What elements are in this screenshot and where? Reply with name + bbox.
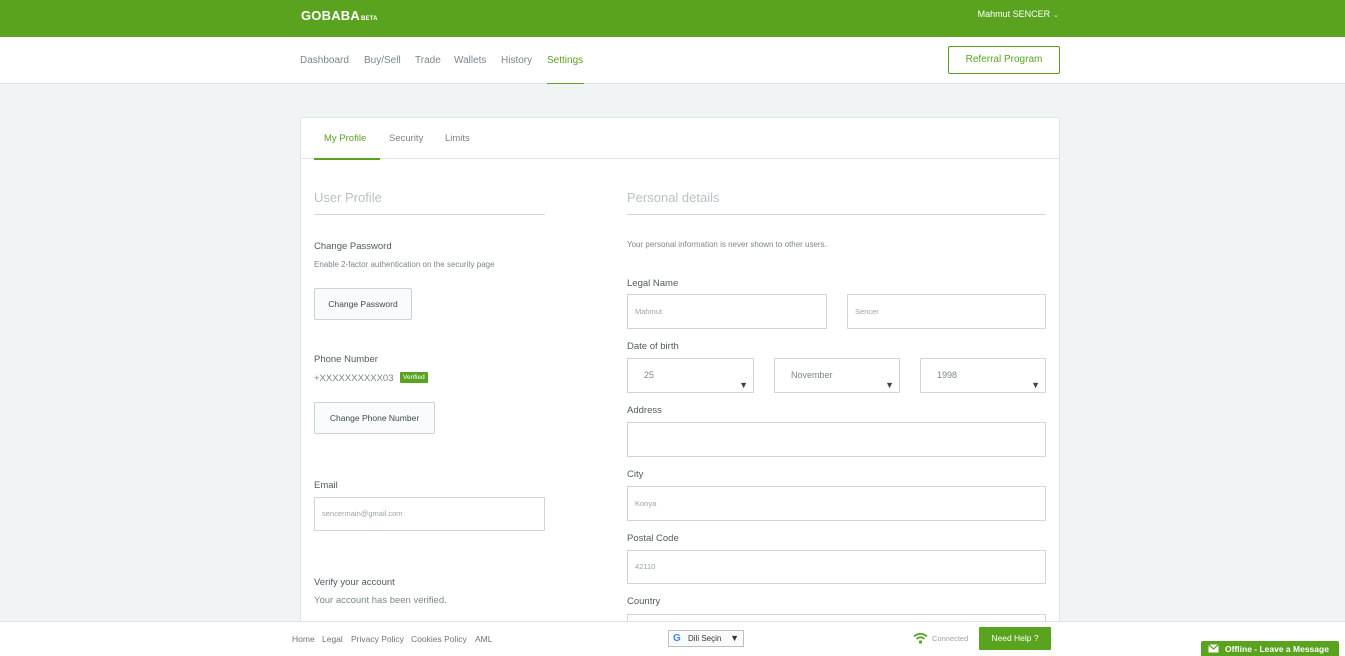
legal-name-label: Legal Name bbox=[627, 278, 679, 289]
divider bbox=[627, 214, 1046, 215]
personal-details-title: Personal details bbox=[627, 190, 720, 205]
envelope-icon bbox=[1208, 644, 1219, 653]
tab-security[interactable]: Security bbox=[389, 133, 423, 144]
wifi-icon bbox=[913, 632, 928, 644]
footer-link-cookies-policy[interactable]: Cookies Policy bbox=[411, 634, 467, 644]
dropdown-arrow-icon: ▼ bbox=[885, 380, 894, 390]
change-password-hint: Enable 2-factor authentication on the se… bbox=[314, 260, 495, 269]
nav-trade[interactable]: Trade bbox=[415, 55, 441, 66]
settings-tabs: My Profile Security Limits bbox=[301, 118, 1059, 160]
nav-history[interactable]: History bbox=[501, 55, 532, 66]
main-nav: Dashboard Buy/Sell Trade Wallets History… bbox=[0, 37, 1345, 84]
top-bar: GOBABABETA Mahmut SENCER ⌄ bbox=[0, 0, 1345, 37]
offline-chat-widget[interactable]: Offline - Leave a Message bbox=[1201, 641, 1339, 656]
first-name-field[interactable]: Mahmut bbox=[627, 294, 827, 329]
verify-account-label: Verify your account bbox=[314, 577, 395, 588]
tab-limits[interactable]: Limits bbox=[445, 133, 470, 144]
user-name: Mahmut SENCER bbox=[977, 9, 1051, 19]
nav-settings[interactable]: Settings bbox=[547, 55, 583, 66]
dob-year-value: 1998 bbox=[937, 370, 958, 380]
email-label: Email bbox=[314, 480, 338, 491]
verified-badge: Verified bbox=[400, 372, 428, 383]
change-phone-button[interactable]: Change Phone Number bbox=[314, 402, 435, 434]
country-label: Country bbox=[627, 596, 661, 607]
connection-status: Connected bbox=[932, 634, 969, 643]
nav-wallets[interactable]: Wallets bbox=[454, 55, 486, 66]
phone-number-label: Phone Number bbox=[314, 354, 378, 365]
chevron-down-icon: ⌄ bbox=[1053, 12, 1059, 19]
change-password-button[interactable]: Change Password bbox=[314, 288, 412, 320]
postal-code-label: Postal Code bbox=[627, 533, 679, 544]
privacy-note: Your personal information is never shown… bbox=[627, 240, 827, 249]
address-label: Address bbox=[627, 405, 662, 416]
settings-card: My Profile Security Limits User Profile … bbox=[300, 117, 1060, 638]
address-field[interactable] bbox=[627, 422, 1046, 457]
dropdown-arrow-icon: ▼ bbox=[730, 633, 739, 643]
dob-day-select[interactable]: 25 ▼ bbox=[627, 358, 754, 393]
active-tab-indicator bbox=[314, 158, 380, 160]
phone-number-value: +XXXXXXXXXX03 bbox=[314, 373, 394, 384]
footer-link-legal[interactable]: Legal bbox=[322, 634, 343, 644]
city-field[interactable]: Konya bbox=[627, 486, 1046, 521]
user-profile-title: User Profile bbox=[314, 190, 382, 205]
change-password-label: Change Password bbox=[314, 241, 392, 252]
postal-code-field[interactable]: 42110 bbox=[627, 550, 1046, 584]
email-field[interactable]: sencermain@gmail.com bbox=[314, 497, 545, 531]
nav-buy-sell[interactable]: Buy/Sell bbox=[364, 55, 401, 66]
dob-month-select[interactable]: November ▼ bbox=[774, 358, 900, 393]
dob-day-value: 25 bbox=[644, 370, 655, 380]
language-select[interactable]: G Dili Seçin ▼ bbox=[668, 630, 744, 647]
footer: Home Legal Privacy Policy Cookies Policy… bbox=[0, 621, 1345, 656]
last-name-field[interactable]: Sencer bbox=[847, 294, 1046, 329]
user-menu[interactable]: Mahmut SENCER ⌄ bbox=[978, 9, 1059, 19]
need-help-button[interactable]: Need Help ? bbox=[979, 627, 1051, 650]
tab-my-profile[interactable]: My Profile bbox=[324, 133, 366, 144]
language-label: Dili Seçin bbox=[688, 634, 722, 643]
dropdown-arrow-icon: ▼ bbox=[1031, 380, 1040, 390]
date-of-birth-label: Date of birth bbox=[627, 341, 679, 352]
brand-logo[interactable]: GOBABABETA bbox=[301, 8, 378, 23]
verification-status: Your account has been verified. bbox=[314, 595, 447, 606]
footer-link-home[interactable]: Home bbox=[292, 634, 315, 644]
divider bbox=[314, 214, 545, 215]
brand-name: GOBABA bbox=[301, 8, 360, 23]
nav-dashboard[interactable]: Dashboard bbox=[300, 55, 349, 66]
footer-link-privacy-policy[interactable]: Privacy Policy bbox=[351, 634, 404, 644]
google-icon: G bbox=[673, 633, 681, 644]
referral-program-button[interactable]: Referral Program bbox=[948, 46, 1060, 74]
dob-month-value: November bbox=[791, 370, 833, 380]
dob-year-select[interactable]: 1998 ▼ bbox=[920, 358, 1046, 393]
active-nav-indicator bbox=[547, 83, 584, 84]
brand-beta-tag: BETA bbox=[360, 16, 378, 22]
chat-label: Offline - Leave a Message bbox=[1225, 644, 1329, 654]
footer-link-aml[interactable]: AML bbox=[475, 634, 492, 644]
city-label: City bbox=[627, 469, 644, 480]
dropdown-arrow-icon: ▼ bbox=[739, 380, 748, 390]
